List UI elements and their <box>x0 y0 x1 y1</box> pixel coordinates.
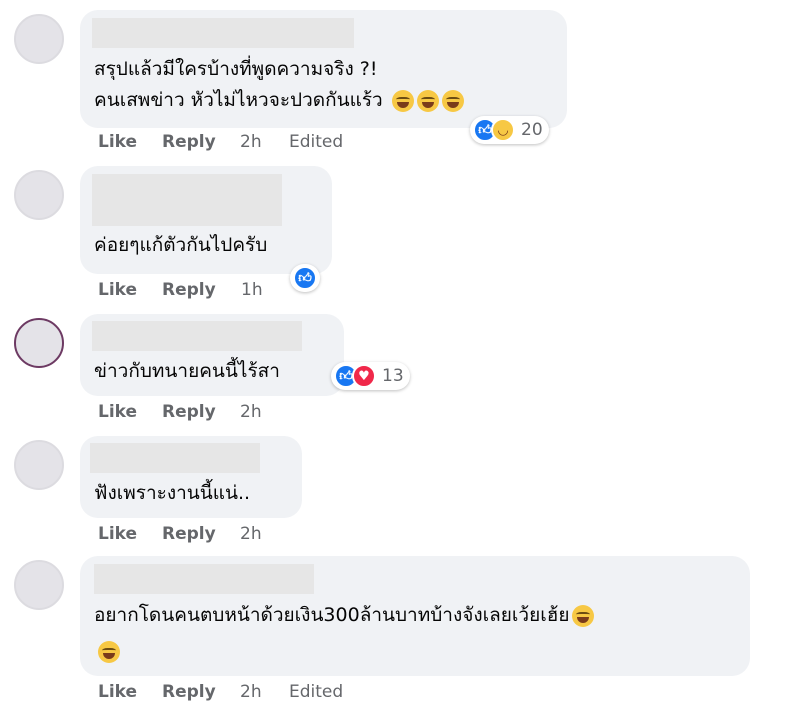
timestamp[interactable]: 2h <box>240 524 262 544</box>
reply-button[interactable]: Reply <box>162 402 216 422</box>
grinning-sweat-emoji-icon <box>441 89 464 112</box>
avatar[interactable] <box>14 14 64 64</box>
comment-text-line-2 <box>94 636 120 666</box>
timestamp[interactable]: 2h <box>240 402 262 422</box>
reaction-summary[interactable]: 👍︎ ♥ 13 <box>331 362 410 390</box>
comment-actions: Like Reply 2h <box>98 524 398 546</box>
author-name-blurred[interactable] <box>92 174 282 226</box>
avatar[interactable] <box>14 560 64 610</box>
comment-bubble: สรุปแล้วมีใครบ้างที่พูดความจริง ?! คนเสพ… <box>80 10 567 128</box>
timestamp[interactable]: 1h <box>241 280 263 300</box>
timestamp[interactable]: 2h <box>240 682 262 702</box>
author-name-blurred[interactable] <box>90 443 260 473</box>
comment-text: ค่อยๆแก้ตัวกันไปครับ <box>94 234 268 256</box>
reply-button[interactable]: Reply <box>162 280 216 300</box>
comment-text-line: สรุปแล้วมีใครบ้างที่พูดความจริง ?! <box>94 58 378 80</box>
like-button[interactable]: Like <box>98 682 137 702</box>
author-name-blurred[interactable] <box>92 321 302 351</box>
author-name-blurred[interactable] <box>94 564 314 594</box>
author-name-blurred[interactable] <box>92 18 354 48</box>
comment-actions: Like Reply 2h Edited <box>98 682 498 704</box>
reply-button[interactable]: Reply <box>162 132 216 152</box>
comment-bubble: อยากโดนคนตบหน้าด้วยเงิน300ล้านบาทบ้างจัง… <box>80 556 750 676</box>
comment-text: ข่าวกับทนายคนนี้ไร้สา <box>94 360 280 382</box>
comment-text: คนเสพข่าว หัวไม่ไหวจะปวดกันแร้ว <box>94 89 383 111</box>
comment-text-line: อยากโดนคนตบหน้าด้วยเงิน300ล้านบาทบ้างจัง… <box>94 600 595 630</box>
reply-button[interactable]: Reply <box>162 524 216 544</box>
comment-text: ฟังเพราะงานนี้แน่.. <box>94 482 251 504</box>
reaction-count: 13 <box>382 366 404 386</box>
edited-label[interactable]: Edited <box>289 682 343 702</box>
reply-button[interactable]: Reply <box>162 682 216 702</box>
comment-bubble: ข่าวกับทนายคนนี้ไร้สา <box>80 314 344 396</box>
heart-icon: ♥ <box>352 364 376 388</box>
comment-actions: Like Reply 2h <box>98 402 398 424</box>
laughing-emoji-icon <box>98 640 120 663</box>
like-button[interactable]: Like <box>98 132 137 152</box>
edited-label[interactable]: Edited <box>289 132 343 152</box>
avatar[interactable] <box>14 170 64 220</box>
avatar[interactable] <box>14 318 64 368</box>
comment-bubble: ฟังเพราะงานนี้แน่.. <box>80 436 302 518</box>
like-button[interactable]: Like <box>98 280 137 300</box>
timestamp[interactable]: 2h <box>240 132 262 152</box>
grinning-sweat-emoji-icon <box>416 89 439 112</box>
like-button[interactable]: Like <box>98 524 137 544</box>
avatar[interactable] <box>14 440 64 490</box>
comment-text: อยากโดนคนตบหน้าด้วยเงิน300ล้านบาทบ้างจัง… <box>94 604 570 626</box>
laughing-emoji-icon <box>572 604 595 627</box>
grinning-sweat-emoji-icon <box>391 89 414 112</box>
reaction-count: 20 <box>521 120 543 140</box>
like-button[interactable]: Like <box>98 402 137 422</box>
comment-actions: Like Reply 2h Edited <box>98 132 498 154</box>
comment-actions: Like Reply 1h <box>98 280 398 302</box>
comment-bubble: ค่อยๆแก้ตัวกันไปครับ <box>80 166 332 274</box>
comment-text-line-2: คนเสพข่าว หัวไม่ไหวจะปวดกันแร้ว <box>94 85 464 115</box>
